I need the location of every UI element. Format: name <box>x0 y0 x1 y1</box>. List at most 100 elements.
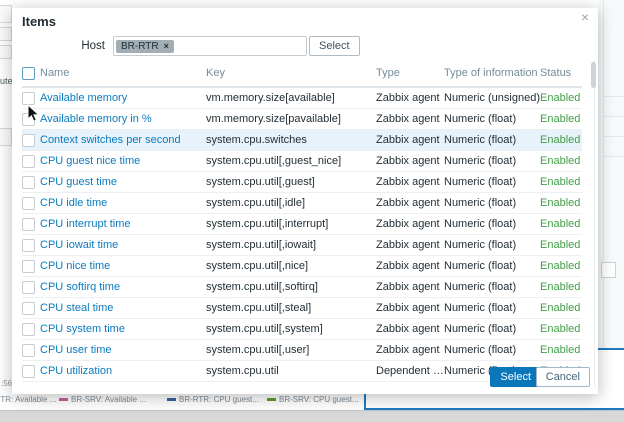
item-key: system.cpu.util <box>206 365 376 377</box>
item-key: system.cpu.util[,guest_nice] <box>206 155 376 167</box>
table-row: CPU guest nice timesystem.cpu.util[,gues… <box>22 151 582 172</box>
item-type: Zabbix agent <box>376 239 444 251</box>
background-checkbox <box>601 262 616 278</box>
item-status: Enabled <box>540 92 582 104</box>
background-divider <box>603 0 604 394</box>
item-type-of-information: Numeric (float) <box>444 113 540 125</box>
item-type-of-information: Numeric (float) <box>444 302 540 314</box>
background-row-line <box>604 156 624 157</box>
item-status: Enabled <box>540 323 582 335</box>
bottom-gray-bar <box>0 410 624 422</box>
item-type-of-information: Numeric (float) <box>444 260 540 272</box>
table-row: CPU steal timesystem.cpu.util[,steal]Zab… <box>22 298 582 319</box>
item-key: system.cpu.switches <box>206 134 376 146</box>
item-name-link[interactable]: CPU guest nice time <box>40 155 206 167</box>
dialog-title: Items <box>22 14 56 29</box>
row-checkbox[interactable] <box>22 113 35 126</box>
row-checkbox[interactable] <box>22 176 35 189</box>
column-header: Type of information <box>444 67 540 79</box>
item-name-link[interactable]: Available memory in % <box>40 113 206 125</box>
table-row: Available memory in %vm.memory.size[pava… <box>22 109 582 130</box>
table-header-row: NameKeyTypeType of informationStatus <box>22 60 582 88</box>
host-field-label: Host <box>12 40 105 52</box>
modal-scrollbar-track <box>594 60 595 386</box>
legend-color-dash <box>267 398 276 401</box>
background-form-field <box>0 128 12 146</box>
dialog-select-button[interactable]: Select <box>490 367 541 387</box>
dialog-cancel-button[interactable]: Cancel <box>536 367 590 387</box>
items-dialog: Items × Host BR-RTR × Select NameKeyType… <box>12 8 598 394</box>
legend-label: BR-RTR: CPU guest... <box>179 395 259 404</box>
item-type-of-information: Numeric (float) <box>444 344 540 356</box>
row-checkbox[interactable] <box>22 281 35 294</box>
legend-item: BR-RTR: CPU guest... <box>167 395 259 404</box>
row-checkbox[interactable] <box>22 134 35 147</box>
item-type: Zabbix agent <box>376 302 444 314</box>
item-type: Zabbix agent <box>376 113 444 125</box>
item-name-link[interactable]: CPU steal time <box>40 302 206 314</box>
item-name-link[interactable]: CPU guest time <box>40 176 206 188</box>
table-row: CPU user timesystem.cpu.util[,user]Zabbi… <box>22 340 582 361</box>
table-row: CPU system timesystem.cpu.util[,system]Z… <box>22 319 582 340</box>
select-all-checkbox[interactable] <box>22 67 35 80</box>
legend-item: BR-RTR: Available ... <box>0 395 56 404</box>
item-type: Dependent item <box>376 365 444 377</box>
row-checkbox[interactable] <box>22 155 35 168</box>
background-text-fragment: ute <box>0 76 13 86</box>
item-status: Enabled <box>540 218 582 230</box>
item-key: vm.memory.size[available] <box>206 92 376 104</box>
item-status: Enabled <box>540 281 582 293</box>
item-key: system.cpu.util[,nice] <box>206 260 376 272</box>
item-name-link[interactable]: CPU interrupt time <box>40 218 206 230</box>
legend-label: BR-SRV: CPU guest... <box>279 395 359 404</box>
background-form-field <box>0 27 12 41</box>
row-checkbox[interactable] <box>22 218 35 231</box>
item-key: system.cpu.util[,user] <box>206 344 376 356</box>
row-checkbox[interactable] <box>22 239 35 252</box>
item-key: system.cpu.util[,softirq] <box>206 281 376 293</box>
background-form-field <box>0 5 12 23</box>
chip-remove-icon[interactable]: × <box>164 41 169 51</box>
item-status: Enabled <box>540 113 582 125</box>
row-checkbox[interactable] <box>22 92 35 105</box>
item-status: Enabled <box>540 344 582 356</box>
item-key: system.cpu.util[,system] <box>206 323 376 335</box>
item-key: vm.memory.size[pavailable] <box>206 113 376 125</box>
background-row-line <box>604 96 624 97</box>
background-row-line <box>604 136 624 137</box>
legend-color-dash <box>59 398 68 401</box>
item-name-link[interactable]: CPU idle time <box>40 197 206 209</box>
item-name-link[interactable]: Context switches per second <box>40 134 206 146</box>
item-type-of-information: Numeric (float) <box>444 197 540 209</box>
item-name-link[interactable]: CPU user time <box>40 344 206 356</box>
item-type: Zabbix agent <box>376 197 444 209</box>
item-name-link[interactable]: CPU iowait time <box>40 239 206 251</box>
item-type-of-information: Numeric (float) <box>444 218 540 230</box>
row-checkbox[interactable] <box>22 260 35 273</box>
item-name-link[interactable]: Available memory <box>40 92 206 104</box>
host-input[interactable]: BR-RTR × <box>113 36 307 56</box>
modal-scrollbar-thumb[interactable] <box>591 62 596 88</box>
legend-label: BR-RTR: Available ... <box>0 395 56 404</box>
row-checkbox[interactable] <box>22 365 35 378</box>
row-checkbox[interactable] <box>22 302 35 315</box>
item-name-link[interactable]: CPU softirq time <box>40 281 206 293</box>
item-status: Enabled <box>540 239 582 251</box>
table-row: CPU idle timesystem.cpu.util[,idle]Zabbi… <box>22 193 582 214</box>
close-icon[interactable]: × <box>581 10 589 24</box>
column-header: Status <box>540 67 582 79</box>
item-type-of-information: Numeric (float) <box>444 134 540 146</box>
legend-label: BR-SRV: Available ... <box>71 395 146 404</box>
item-type: Zabbix agent <box>376 344 444 356</box>
row-checkbox[interactable] <box>22 344 35 357</box>
graph-legend: BR-RTR: Available ... BR-SRV: Available .… <box>0 395 364 407</box>
item-name-link[interactable]: CPU nice time <box>40 260 206 272</box>
item-name-link[interactable]: CPU utilization <box>40 365 206 377</box>
row-checkbox[interactable] <box>22 323 35 336</box>
host-select-button[interactable]: Select <box>309 36 360 56</box>
item-name-link[interactable]: CPU system time <box>40 323 206 335</box>
column-header: Name <box>40 67 206 79</box>
row-checkbox[interactable] <box>22 197 35 210</box>
item-key: system.cpu.util[,interrupt] <box>206 218 376 230</box>
background-form-field <box>0 45 12 59</box>
